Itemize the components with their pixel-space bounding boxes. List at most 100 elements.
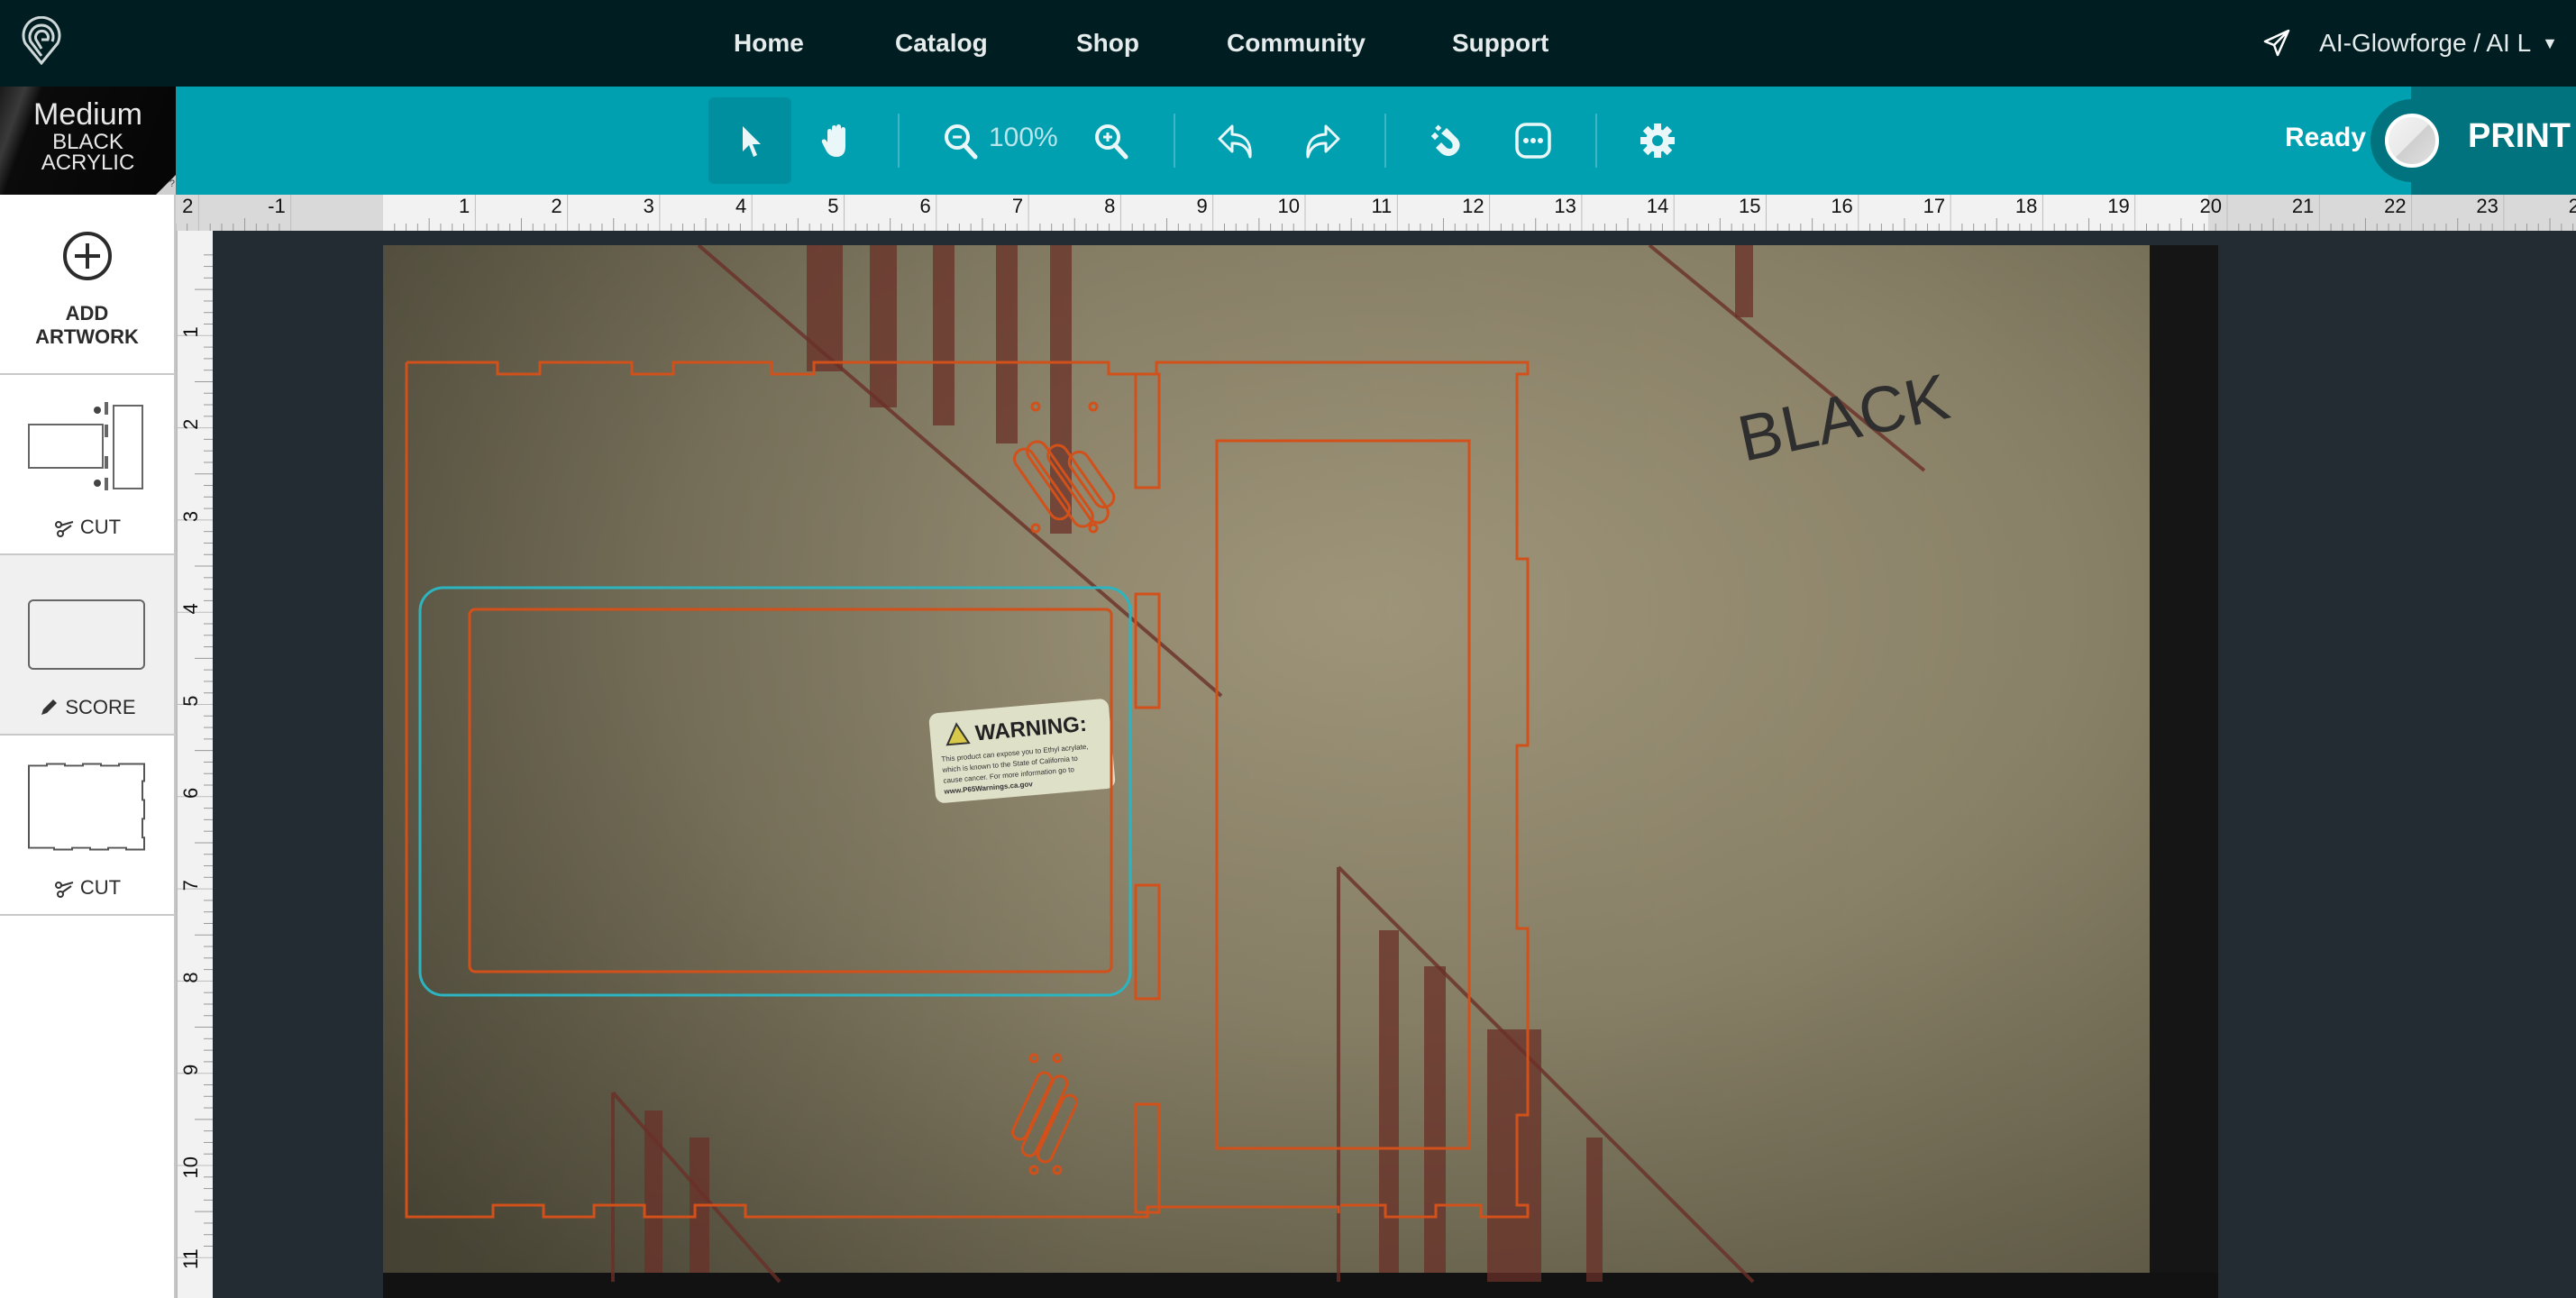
ruler-label: 9 — [1196, 195, 1207, 217]
material-name-line2: ACRYLIC — [41, 151, 135, 175]
caret-down-icon[interactable]: ▼ — [2542, 34, 2558, 53]
ruler-label: 1 — [179, 326, 202, 337]
ruler-label: 4 — [179, 603, 202, 614]
ruler-label: 1 — [459, 195, 470, 217]
ruler-label: 10 — [179, 1156, 202, 1178]
scissors-icon — [54, 521, 74, 537]
nav-link-catalog[interactable]: Catalog — [895, 29, 988, 58]
ruler-label: 7 — [179, 880, 202, 891]
paper-plane-icon[interactable] — [2261, 28, 2292, 59]
ruler-label: 5 — [179, 696, 202, 707]
warning-sticker: WARNING: This product can expose you to … — [928, 699, 1116, 803]
ruler-label: 6 — [179, 788, 202, 799]
nav-link-home[interactable]: Home — [734, 29, 804, 58]
step-thumbnail — [28, 402, 143, 490]
glowforge-logo-icon[interactable] — [18, 16, 65, 65]
toolbar-divider — [1595, 114, 1597, 168]
step-thumbnail — [28, 763, 145, 851]
ruler-label: 13 — [1554, 195, 1576, 217]
zoom-out-icon — [945, 124, 978, 160]
plus-circle-icon — [62, 232, 112, 280]
ruler-label: 20 — [2200, 195, 2222, 217]
ruler-label: 6 — [920, 195, 931, 217]
undo-button[interactable] — [1194, 97, 1277, 184]
bed-edge — [2150, 245, 2218, 1298]
step-cut-2[interactable]: CUT — [0, 736, 174, 916]
toolbar-divider — [1384, 114, 1386, 168]
arrow-cursor-icon — [743, 126, 761, 157]
ruler-label: 24 — [2569, 195, 2576, 217]
material-thickness: Medium — [33, 97, 142, 132]
ruler-label: 9 — [179, 1065, 202, 1075]
ruler-label: 18 — [2015, 195, 2037, 217]
scissors-icon — [54, 882, 74, 898]
settings-button[interactable] — [1616, 97, 1699, 184]
snap-button[interactable] — [1405, 97, 1488, 184]
ruler-label: 11 — [179, 1248, 202, 1269]
step-mode[interactable]: CUT — [0, 516, 174, 539]
add-artwork-button[interactable]: ADD ARTWORK — [0, 195, 174, 375]
material-name-line1: BLACK — [52, 130, 123, 154]
pencil-icon — [41, 699, 58, 715]
ruler-label: 2 — [551, 195, 562, 217]
step-mode[interactable]: CUT — [0, 876, 174, 900]
step-cut-1[interactable]: CUT — [0, 375, 174, 555]
ruler-horizontal: 2 -1 1 2 3 4 5 6 7 8 9 10 11 12 13 14 15 16 17 18 19 20 21 22 23… — [176, 195, 2576, 231]
ruler-label: 16 — [1831, 195, 1852, 217]
ruler-label: -1 — [268, 195, 286, 217]
magnet-icon — [1430, 124, 1460, 156]
ruler-label: 2 — [179, 419, 202, 430]
redo-button[interactable] — [1281, 97, 1364, 184]
hand-icon — [821, 124, 845, 157]
user-menu[interactable]: AI-Glowforge / AI L ▼ — [2261, 0, 2558, 87]
zoom-in-button[interactable] — [1070, 97, 1153, 184]
more-options-icon — [1515, 123, 1551, 159]
more-options-button[interactable] — [1492, 97, 1575, 184]
ruler-label: 3 — [644, 195, 654, 217]
user-name[interactable]: AI-Glowforge / AI L — [2319, 29, 2531, 58]
add-artwork-label-1: ADD — [65, 302, 109, 324]
material-selector[interactable]: Medium BLACK ACRYLIC ? — [0, 87, 176, 195]
pan-tool-button[interactable] — [795, 97, 878, 184]
ruler-label: 14 — [1647, 195, 1668, 217]
ruler-vertical: 1 2 3 4 5 6 7 8 9 10 11 — [176, 231, 213, 1298]
gear-icon — [1640, 123, 1675, 158]
step-mode-label: CUT — [79, 516, 122, 538]
step-score[interactable]: SCORE — [0, 555, 174, 736]
add-artwork-label-2: ARTWORK — [35, 325, 139, 348]
material-help-icon[interactable]: ? — [156, 175, 176, 195]
print-button[interactable]: PRINT — [2468, 117, 2571, 156]
toolbar-divider — [1174, 114, 1175, 168]
ruler-label: 8 — [179, 972, 202, 983]
zoom-level: 100% — [989, 123, 1058, 152]
ruler-label: 11 — [1371, 195, 1392, 217]
steps-sidebar: ADD ARTWORK CUT SCORE CUT — [0, 195, 176, 1298]
ruler-label: 7 — [1012, 195, 1023, 217]
bed-camera-photo[interactable]: BLACK WARNING: This product can expose y… — [383, 245, 2218, 1298]
ruler-label: 19 — [2107, 195, 2129, 217]
ruler-label: 15 — [1739, 195, 1760, 217]
ruler-label: 23 — [2476, 195, 2498, 217]
ruler-label: 5 — [827, 195, 838, 217]
undo-icon — [1218, 124, 1252, 159]
ruler-label: 3 — [179, 511, 202, 522]
ruler-label: 8 — [1104, 195, 1115, 217]
select-tool-button[interactable] — [708, 97, 791, 184]
print-button-knob[interactable] — [2385, 114, 2439, 168]
bed-edge — [383, 1273, 2218, 1298]
ruler-label: 22 — [2384, 195, 2406, 217]
step-thumbnail — [28, 599, 145, 670]
top-nav: Home Catalog Shop Community Support AI-G… — [0, 0, 2576, 87]
ruler-label: 17 — [1923, 195, 1945, 217]
nav-link-community[interactable]: Community — [1227, 29, 1366, 58]
toolbar-divider — [898, 114, 900, 168]
toolbar — [176, 87, 2576, 195]
ruler-label: 10 — [1278, 195, 1300, 217]
ruler-label: 21 — [2292, 195, 2314, 217]
nav-link-shop[interactable]: Shop — [1076, 29, 1139, 58]
ruler-label: 12 — [1462, 195, 1484, 217]
step-mode[interactable]: SCORE — [0, 696, 174, 719]
machine-status: Ready — [2285, 123, 2367, 152]
step-mode-label: CUT — [79, 876, 122, 899]
nav-link-support[interactable]: Support — [1452, 29, 1548, 58]
